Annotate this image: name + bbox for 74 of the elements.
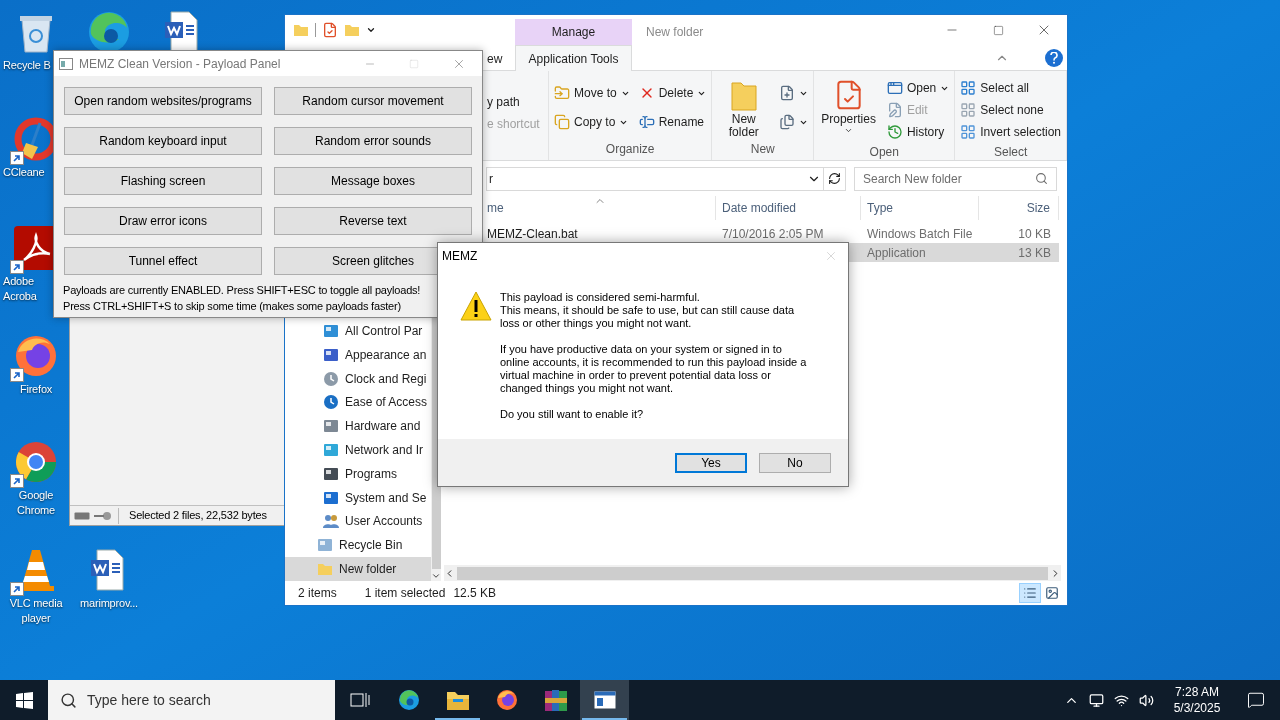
- search-field[interactable]: Search New folder: [854, 166, 1057, 191]
- nav-item[interactable]: Hardware and: [285, 414, 432, 439]
- ribbon-group-label: Select: [992, 144, 1029, 161]
- desktop-icon-label[interactable]: Google Chrome: [3, 488, 69, 518]
- nav-item[interactable]: User Accounts: [285, 509, 432, 534]
- ribbon-button[interactable]: y path: [487, 93, 520, 112]
- payload-button[interactable]: Draw error icons: [64, 207, 262, 235]
- status-text: 2 items: [298, 585, 337, 602]
- payload-button[interactable]: Random cursor movement: [274, 87, 472, 115]
- file-name[interactable]: MEMZ-Clean.bat: [487, 224, 578, 243]
- column-header[interactable]: Date modified: [716, 196, 861, 220]
- ribbon-button[interactable]: Rename: [636, 111, 709, 133]
- payload-button[interactable]: Flashing screen: [64, 167, 262, 195]
- desktop-icon-label[interactable]: CCleane: [3, 165, 45, 180]
- table-cell-text: Windows Batch File: [866, 225, 974, 243]
- ribbon-button[interactable]: History: [884, 121, 952, 143]
- desktop-icon-label[interactable]: Recycle B: [3, 58, 51, 73]
- ribbon-button[interactable]: Open: [884, 77, 952, 99]
- nav-item[interactable]: Ease of Access: [285, 390, 432, 415]
- dialog-button[interactable]: No: [759, 452, 831, 473]
- ribbon-button[interactable]: Select all: [958, 77, 1063, 99]
- dialog-text: This payload is considered semi-harmful.: [500, 291, 701, 304]
- nav-item[interactable]: Network and Ir: [285, 438, 432, 462]
- context-tab-header: Manage: [515, 19, 632, 45]
- dialog-text: This means, it should be safe to use, but can still cause data loss or other things you might not want.: [500, 304, 796, 330]
- window-title: MEMZ Clean Version - Payload Panel: [79, 55, 282, 73]
- payload-button[interactable]: Tunnel effect: [64, 247, 262, 275]
- status-text: Selected 2 files, 22,532 bytes: [129, 508, 267, 524]
- status-text: Press CTRL+SHIFT+S to skip some time (makes some payloads faster): [63, 299, 401, 314]
- nav-item[interactable]: New folder: [285, 557, 432, 581]
- table-cell-text: 10 KB: [1017, 225, 1052, 243]
- nav-item[interactable]: All Control Par: [285, 319, 432, 343]
- clock[interactable]: 7:28 AM 5/3/2025: [1162, 680, 1232, 720]
- ribbon-button[interactable]: Invert selection: [958, 121, 1063, 143]
- column-header[interactable]: Type: [861, 196, 979, 220]
- ribbon-tab[interactable]: ew: [487, 52, 503, 66]
- ribbon-large-button[interactable]: New folder: [715, 77, 773, 139]
- window-title: New folder: [646, 24, 704, 41]
- status-text: 12.5 KB: [453, 585, 497, 602]
- payload-button[interactable]: Message boxes: [274, 167, 472, 195]
- desktop-icon-label[interactable]: marimprov...: [80, 596, 138, 611]
- ribbon-group-label: New: [749, 141, 776, 158]
- status-text: Payloads are currently ENABLED. Press SHIFT+ESC to toggle all payloads!: [63, 283, 421, 298]
- desktop-icon-label[interactable]: Adobe Acroba: [3, 274, 51, 304]
- address-bar[interactable]: r: [486, 166, 846, 191]
- ribbon-button[interactable]: Select none: [958, 99, 1063, 121]
- ribbon-button[interactable]: Delete: [636, 82, 709, 104]
- column-header[interactable]: Size: [979, 196, 1059, 220]
- ribbon-group-label: Open: [868, 144, 900, 161]
- payload-button[interactable]: Open random websites/programs: [64, 87, 262, 115]
- nav-item[interactable]: Programs: [285, 461, 432, 486]
- table-cell: 13 KB: [979, 243, 1059, 262]
- nav-item[interactable]: Clock and Regi: [285, 366, 432, 391]
- payload-button[interactable]: Random error sounds: [274, 127, 472, 155]
- ribbon-group-label: Organize: [604, 141, 656, 158]
- table-cell-text: 7/10/2016 2:05 PM: [721, 225, 825, 243]
- dialog-text: Do you still want to enable it?: [500, 408, 645, 421]
- payload-button[interactable]: Random keyboard input: [64, 127, 262, 155]
- taskbar-search-field[interactable]: Type here to search: [48, 680, 335, 720]
- ribbon-button[interactable]: Move to: [552, 82, 632, 104]
- dialog-button[interactable]: Yes: [675, 452, 747, 473]
- desktop-icon-label[interactable]: VLC media player: [3, 596, 69, 626]
- table-cell: Application: [861, 243, 979, 262]
- status-text: 1 item selected: [364, 585, 446, 602]
- nav-item[interactable]: System and Se: [285, 485, 432, 510]
- ribbon-button[interactable]: Copy to: [552, 111, 632, 133]
- dialog-text: If you have productive data on your system or signed in to online accounts, it is recommended to run this payload inside a virtual machine in order to prevent potential data loss or changed things you might not want.: [500, 343, 808, 395]
- ribbon-tab[interactable]: Application Tools: [515, 45, 632, 71]
- payload-button[interactable]: Reverse text: [274, 207, 472, 235]
- column-header[interactable]: me: [485, 196, 716, 220]
- nav-item[interactable]: Appearance an: [285, 342, 432, 367]
- nav-item[interactable]: Recycle Bin: [285, 533, 432, 558]
- desktop-icon-label[interactable]: Firefox: [19, 382, 53, 397]
- ribbon-large-button[interactable]: Properties: [817, 77, 880, 135]
